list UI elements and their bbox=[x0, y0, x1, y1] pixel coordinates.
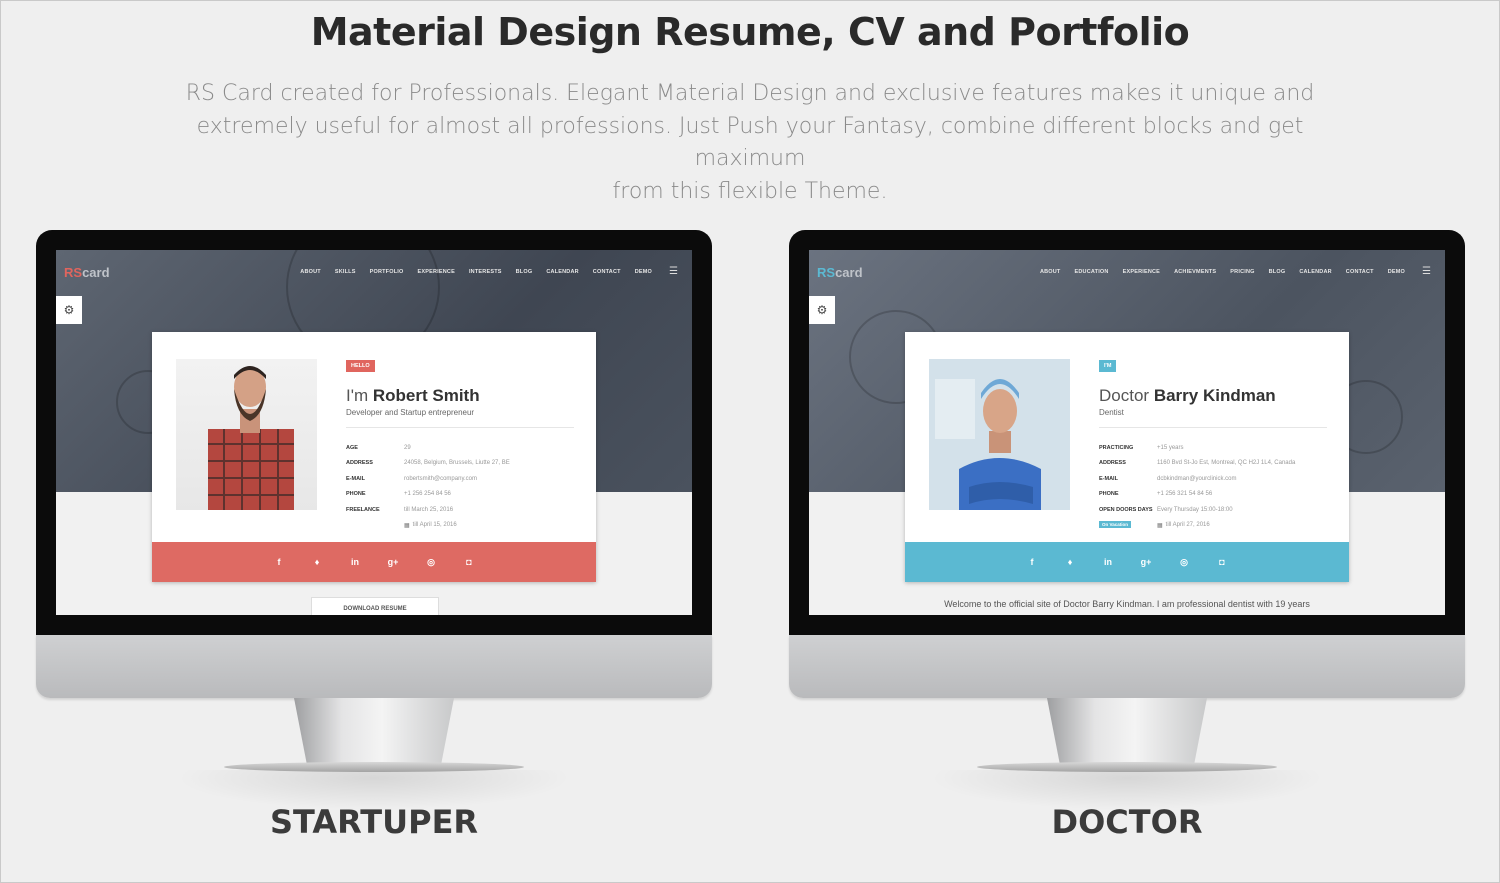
startuper-screen: RScard ABOUT SKILLS PORTFOLIO EXPERIENCE… bbox=[56, 250, 692, 615]
nav-item[interactable]: CALENDAR bbox=[546, 269, 578, 275]
profile-name: Doctor Barry Kindman bbox=[1099, 386, 1276, 405]
nav-item[interactable]: ABOUT bbox=[300, 269, 321, 275]
info-row: AGE 29 bbox=[346, 444, 411, 451]
profile-photo bbox=[176, 359, 317, 510]
menu-icon[interactable]: ☰ bbox=[669, 266, 678, 277]
hello-tag: HELLO bbox=[346, 360, 375, 372]
linkedin-icon[interactable]: in bbox=[1101, 557, 1115, 567]
info-row: PRACTICING +15 years bbox=[1099, 444, 1184, 451]
top-nav: ABOUT EDUCATION EXPERIENCE ACHIEVMENTS P… bbox=[1040, 269, 1405, 275]
facebook-icon[interactable]: f bbox=[1025, 557, 1039, 567]
monitor-bezel: RScard ABOUT EDUCATION EXPERIENCE ACHIEV… bbox=[789, 230, 1465, 635]
nav-item[interactable]: EXPERIENCE bbox=[417, 269, 454, 275]
intro-line: extremely useful for almost all professi… bbox=[196, 113, 1304, 172]
info-list: PRACTICING +15 years ADDRESS 1160 Bvd St-J… bbox=[1099, 440, 1339, 533]
startuper-label: STARTUPER bbox=[269, 803, 479, 841]
google-plus-icon[interactable]: g+ bbox=[1139, 557, 1153, 567]
info-row: FREELANCE till March 25, 2016 bbox=[346, 506, 454, 513]
nav-item[interactable]: PORTFOLIO bbox=[370, 269, 404, 275]
info-row: E-MAIL robertsmith@company.com bbox=[346, 475, 478, 482]
welcome-text: Welcome to the official site of Doctor B… bbox=[944, 599, 1310, 609]
instagram-icon[interactable]: ◘ bbox=[462, 557, 476, 567]
rs-card-logo[interactable]: RScard bbox=[817, 265, 863, 280]
doctor-label: DOCTOR bbox=[1051, 803, 1203, 841]
monitor-stand bbox=[1047, 698, 1207, 764]
info-row: E-MAIL dcbkindman@yourclinick.com bbox=[1099, 475, 1237, 482]
monitor-chin bbox=[36, 635, 712, 698]
calendar-icon: ▦ bbox=[1157, 522, 1163, 529]
settings-icon: ⚙ bbox=[816, 303, 828, 317]
nav-item[interactable]: BLOG bbox=[1269, 269, 1286, 275]
startuper-monitor: RScard ABOUT SKILLS PORTFOLIO EXPERIENCE… bbox=[36, 230, 712, 850]
monitor-foot bbox=[224, 762, 524, 772]
divider bbox=[346, 427, 574, 428]
nav-item[interactable]: SKILLS bbox=[335, 269, 356, 275]
instagram-icon[interactable]: ◘ bbox=[1215, 557, 1229, 567]
menu-icon[interactable]: ☰ bbox=[1422, 266, 1431, 277]
divider bbox=[1099, 427, 1327, 428]
settings-button[interactable]: ⚙ bbox=[809, 296, 835, 324]
download-resume-button[interactable]: DOWNLOAD RESUME bbox=[311, 597, 439, 615]
info-list: AGE 29 ADDRESS 24058, Belgium, Brussels, L… bbox=[346, 440, 586, 533]
vacation-badge: On Vacation bbox=[1099, 521, 1132, 529]
social-bar: f ♦ in g+ ◎ ◘ bbox=[905, 542, 1349, 582]
doctor-monitor: RScard ABOUT EDUCATION EXPERIENCE ACHIEV… bbox=[789, 230, 1465, 850]
top-nav: ABOUT SKILLS PORTFOLIO EXPERIENCE INTERE… bbox=[300, 269, 652, 275]
info-row: On Vacation ▦ till April 27, 2016 bbox=[1099, 518, 1339, 534]
monitor-foot bbox=[977, 762, 1277, 772]
page-intro: RS Card created for Professionals. Elega… bbox=[150, 78, 1350, 208]
nav-item[interactable]: CALENDAR bbox=[1299, 269, 1331, 275]
dribbble-icon[interactable]: ◎ bbox=[1177, 557, 1191, 568]
nav-item[interactable]: CONTACT bbox=[593, 269, 621, 275]
settings-icon: ⚙ bbox=[63, 303, 75, 317]
doctor-screen: RScard ABOUT EDUCATION EXPERIENCE ACHIEV… bbox=[809, 250, 1445, 615]
profile-card: I'M Doctor Barry Kindman Dentist PRACTIC… bbox=[905, 332, 1349, 582]
monitor-stand bbox=[294, 698, 454, 764]
nav-item[interactable]: ABOUT bbox=[1040, 269, 1061, 275]
nav-item[interactable]: PRICING bbox=[1230, 269, 1254, 275]
info-row: PHONE +1 256 321 54 84 56 bbox=[1099, 491, 1213, 498]
info-row: OPEN DOORS DAYS Every Thursday 15:00-18:0… bbox=[1099, 506, 1233, 513]
nav-item[interactable]: EDUCATION bbox=[1075, 269, 1109, 275]
twitter-icon[interactable]: ♦ bbox=[310, 557, 324, 567]
intro-line: from this flexible Theme. bbox=[612, 178, 888, 204]
profile-photo bbox=[929, 359, 1070, 510]
twitter-icon[interactable]: ♦ bbox=[1063, 557, 1077, 567]
intro-line: RS Card created for Professionals. Elega… bbox=[185, 81, 1315, 106]
info-row: ADDRESS 1160 Bvd St-Jo Est, Montreal, QC … bbox=[1099, 460, 1296, 467]
social-bar: f ♦ in g+ ◎ ◘ bbox=[152, 542, 596, 582]
nav-item[interactable]: DEMO bbox=[1388, 269, 1405, 275]
nav-item[interactable]: DEMO bbox=[635, 269, 652, 275]
facebook-icon[interactable]: f bbox=[272, 557, 286, 567]
nav-item[interactable]: EXPERIENCE bbox=[1123, 269, 1160, 275]
linkedin-icon[interactable]: in bbox=[348, 557, 362, 567]
google-plus-icon[interactable]: g+ bbox=[386, 557, 400, 567]
im-tag: I'M bbox=[1099, 360, 1117, 372]
page-title: Material Design Resume, CV and Portfolio bbox=[310, 10, 1190, 54]
info-row: PHONE +1 256 254 84 56 bbox=[346, 491, 451, 498]
monitor-bezel: RScard ABOUT SKILLS PORTFOLIO EXPERIENCE… bbox=[36, 230, 712, 635]
info-row: ADDRESS 24058, Belgium, Brussels, Liutte … bbox=[346, 460, 510, 467]
profile-role: Dentist bbox=[1099, 408, 1124, 417]
rs-card-logo[interactable]: RScard bbox=[64, 265, 110, 280]
profile-role: Developer and Startup entrepreneur bbox=[346, 408, 475, 417]
nav-item[interactable]: CONTACT bbox=[1346, 269, 1374, 275]
settings-button[interactable]: ⚙ bbox=[56, 296, 82, 324]
info-row: ▦ till April 15, 2016 bbox=[404, 522, 457, 529]
profile-card: HELLO I'm Robert Smith Developer and Sta… bbox=[152, 332, 596, 582]
monitor-chin bbox=[789, 635, 1465, 698]
nav-item[interactable]: BLOG bbox=[516, 269, 533, 275]
nav-item[interactable]: INTERESTS bbox=[469, 269, 502, 275]
calendar-icon: ▦ bbox=[404, 522, 410, 529]
profile-name: I'm Robert Smith bbox=[346, 386, 480, 405]
nav-item[interactable]: ACHIEVMENTS bbox=[1174, 269, 1216, 275]
dribbble-icon[interactable]: ◎ bbox=[424, 557, 438, 568]
